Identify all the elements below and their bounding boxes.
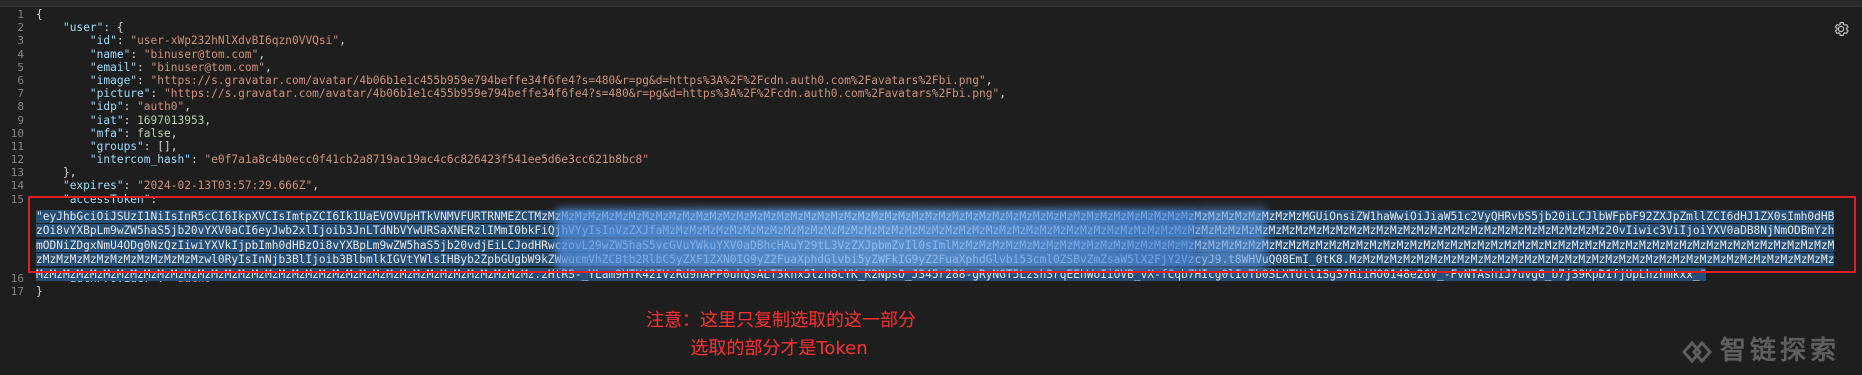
json-value: "binuser@tom.com" — [143, 47, 259, 61]
code-area[interactable]: { "user": { "id": "user-xWp232hNlXdvBI6q… — [28, 8, 1856, 298]
annotation-note: 选取的部分才是Token — [690, 338, 868, 359]
line-number: 13 — [10, 166, 24, 180]
line-number: 2 — [17, 21, 24, 35]
json-value: false — [137, 126, 171, 140]
line-number: 5 — [17, 60, 24, 74]
json-value: [] — [157, 139, 171, 153]
json-key: "expires" — [62, 179, 124, 193]
code-line: "picture": "https://s.gravatar.com/avata… — [89, 87, 1006, 101]
gear-icon[interactable] — [1832, 20, 1850, 38]
json-key: "mfa" — [89, 126, 124, 140]
line-number: 12 — [10, 153, 24, 167]
code-line: "name": "binuser@tom.com", — [89, 47, 266, 61]
code-line: "id": "user-xWp232hNlXdvBI6qzn0VVQsi", — [89, 34, 346, 48]
line-number: 10 — [10, 126, 24, 140]
code-line: "user": { — [36, 21, 1846, 34]
code-line: }, — [36, 166, 1846, 179]
line-number: 9 — [17, 113, 24, 127]
json-key: "groups" — [89, 139, 144, 153]
line-number: 3 — [17, 34, 24, 48]
punct: : { — [103, 21, 124, 35]
json-value: "https://s.gravatar.com/avatar/4b06b1e1c… — [150, 73, 986, 87]
line-number: 1 — [17, 8, 24, 21]
json-value: "2024-02-13T03:57:29.666Z" — [137, 179, 313, 193]
json-key: "iat" — [89, 113, 124, 127]
chain-logo-icon — [1680, 338, 1714, 366]
code-line: "expires": "2024-02-13T03:57:29.666Z", — [62, 179, 319, 193]
code-line: "groups": [], — [89, 139, 178, 153]
json-value: "e0f7a1a8c4b0ecc0f41cb2a8719ac19ac4c6c82… — [204, 153, 649, 167]
line-number: 4 — [17, 47, 24, 61]
access-token-block[interactable]: "accessToken": "eyJhbGciOiJSUzI1NiIsInR5… — [28, 193, 1856, 281]
code-line: "image": "https://s.gravatar.com/avatar/… — [89, 73, 993, 87]
line-number: 17 — [10, 284, 24, 298]
code-line: "iat": 1697013953, — [89, 113, 212, 127]
code-line: "email": "binuser@tom.com", — [89, 60, 272, 74]
json-value: "user-xWp232hNlXdvBI6qzn0VVQsi" — [130, 34, 340, 48]
json-value: "binuser@tom.com" — [150, 60, 266, 74]
json-key: "email" — [89, 60, 138, 74]
line-number: 7 — [17, 87, 24, 101]
json-value: 1697013953 — [137, 113, 205, 127]
brace: { — [36, 8, 43, 21]
json-key: "idp" — [89, 100, 124, 114]
json-key: "picture" — [89, 87, 151, 101]
json-key: "image" — [89, 73, 138, 87]
json-key: "name" — [89, 47, 131, 61]
watermark: 智链探索 — [1680, 330, 1840, 367]
line-number: 6 — [17, 73, 24, 87]
line-number: 16 — [10, 271, 24, 285]
json-key: "id" — [89, 34, 117, 48]
highlight-box — [28, 195, 1856, 273]
brace: } — [36, 284, 43, 298]
code-line: } — [36, 285, 1846, 298]
watermark-text: 智链探索 — [1719, 336, 1840, 366]
code-line: { — [36, 8, 1846, 21]
code-line: "mfa": false, — [89, 126, 178, 140]
json-key: "intercom_hash" — [89, 153, 191, 167]
line-number: 15 — [10, 192, 24, 206]
code-line: "idp": "auth0", — [89, 100, 191, 114]
line-number: 11 — [10, 139, 24, 153]
json-value: "https://s.gravatar.com/avatar/4b06b1e1c… — [164, 87, 1000, 101]
code-line: "intercom_hash": "e0f7a1a8c4b0ecc0f41cb2… — [89, 153, 649, 167]
json-key: "user" — [62, 21, 104, 35]
line-number: 14 — [10, 179, 24, 193]
brace: }, — [62, 166, 77, 180]
line-number: 8 — [17, 100, 24, 114]
annotation-note: 注意：这里只复制选取的这一部分 — [646, 310, 916, 331]
editor-top-bar — [0, 0, 1862, 7]
line-number-gutter: 1 2 3 4 5 6 7 8 9 10 11 12 13 14 15 16 1… — [0, 8, 28, 298]
json-value: "auth0" — [137, 100, 185, 114]
